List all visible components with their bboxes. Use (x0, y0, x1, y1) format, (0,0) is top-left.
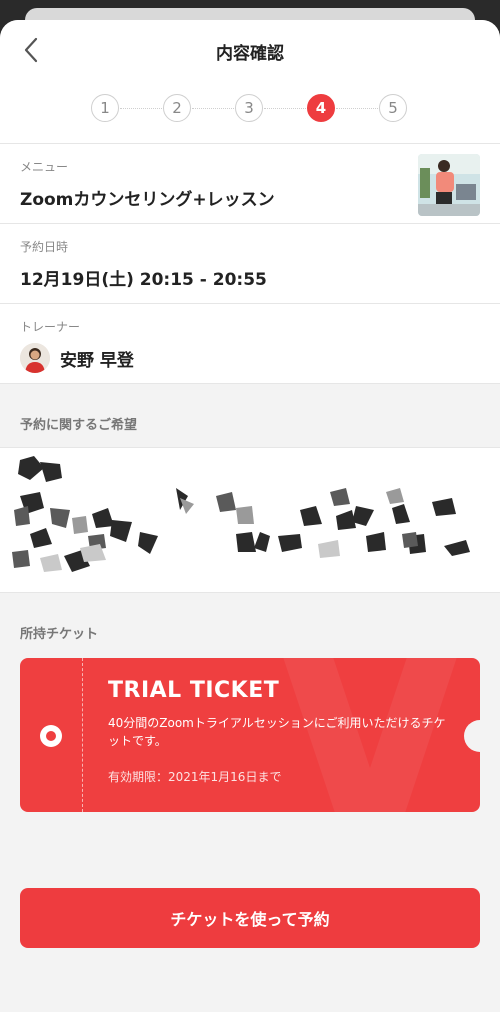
book-with-ticket-button[interactable]: チケットを使って予約 (20, 888, 480, 948)
ticket-description: 40分間のZoomトライアルセッションにご利用いただけるチケットです。 (108, 716, 446, 748)
page-title: 内容確認 (216, 44, 284, 64)
ticket-radio-selected[interactable] (40, 725, 62, 747)
request-section-title: 予約に関するご希望 (20, 418, 138, 433)
step-1: 1 (91, 94, 119, 122)
ticket-name: TRIAL TICKET (108, 678, 280, 703)
header: 内容確認 (0, 20, 500, 78)
trainer-label: トレーナー (20, 320, 81, 334)
trainer-info: 安野 早登 (20, 343, 480, 373)
step-connector (120, 108, 164, 109)
confirmation-sheet: 内容確認 1 2 3 4 5 メニュー Zoomカウンセリング+レッスン 予約日… (0, 20, 500, 1012)
datetime-value: 12月19日(土) 20:15 - 20:55 (20, 270, 267, 290)
step-2: 2 (163, 94, 191, 122)
trainer-row: トレーナー 安野 早登 (0, 304, 500, 384)
step-4-current: 4 (307, 94, 335, 122)
trainer-name: 安野 早登 (60, 350, 134, 371)
datetime-row: 予約日時 12月19日(土) 20:15 - 20:55 (0, 224, 500, 304)
menu-value: Zoomカウンセリング+レッスン (20, 190, 275, 210)
datetime-label: 予約日時 (20, 240, 69, 254)
ticket-expiry: 有効期限：2021年1月16日まで (108, 770, 282, 784)
menu-row: メニュー Zoomカウンセリング+レッスン (0, 144, 500, 224)
step-5: 5 (379, 94, 407, 122)
redaction-pattern (12, 456, 470, 572)
trial-ticket-card[interactable]: TRIAL TICKET 40分間のZoomトライアルセッションにご利用いただけ… (20, 658, 480, 812)
ticket-perforation (82, 658, 83, 812)
step-connector (264, 108, 308, 109)
request-redacted-area (0, 447, 500, 593)
step-connector (336, 108, 380, 109)
step-indicator: 1 2 3 4 5 (0, 78, 500, 138)
step-3: 3 (235, 94, 263, 122)
tickets-section-title: 所持チケット (20, 627, 99, 642)
step-connector (192, 108, 236, 109)
menu-thumbnail (418, 154, 480, 216)
trainer-avatar (20, 343, 50, 373)
menu-label: メニュー (20, 160, 69, 174)
